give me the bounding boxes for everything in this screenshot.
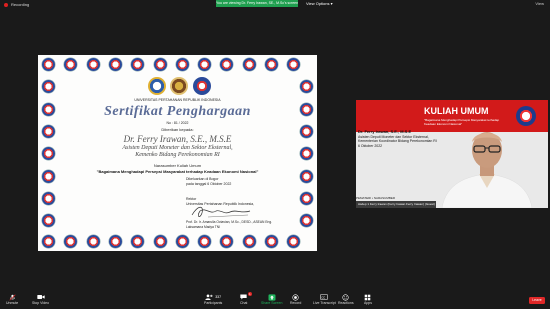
border-badge-icon (153, 235, 167, 248)
reactions-label: Reactions (338, 301, 354, 305)
view-options-button[interactable]: View Options (306, 1, 333, 6)
closed-caption-icon: CC (320, 293, 329, 301)
certificate-event-title: "Bagaimana Menghadapi Persepsi Masyaraka… (96, 169, 259, 174)
border-badge-icon (153, 58, 167, 71)
share-screen-button[interactable]: Share Screen (261, 293, 282, 305)
border-badge-icon (300, 214, 313, 228)
speaker-date: 6 Oktober 2022 (358, 143, 383, 148)
svg-text:CC: CC (322, 295, 326, 299)
unmute-label: Unmute (6, 301, 19, 305)
live-transcript-label: Live Transcript (313, 301, 336, 305)
view-button[interactable]: View (535, 1, 544, 6)
banner-subtitle: "Bagaimana Menghadapi Persepsi Masyaraka… (424, 118, 499, 126)
border-badge-icon (108, 235, 122, 248)
certificate-position-line1: Asisten Deputi Moneter dan Sektor Ekster… (122, 145, 233, 151)
apps-grid-icon (364, 293, 371, 301)
participants-button[interactable]: 337 Participants (204, 293, 222, 305)
video-camera-icon (36, 293, 45, 301)
stop-video-button[interactable]: Stop Video (32, 293, 49, 305)
record-button[interactable]: Record (290, 293, 301, 305)
border-badge-icon (42, 214, 55, 228)
record-label: Record (290, 301, 302, 305)
border-badge-icon (42, 191, 55, 205)
participants-label: Participants (204, 301, 223, 305)
border-badge-icon (86, 58, 100, 71)
border-badge-icon (300, 102, 313, 116)
certificate-issue-place: Dikeluarkan di Bogor pada tanggal 6 Okto… (186, 177, 231, 187)
smiley-plus-icon (342, 293, 349, 301)
speaker-name: Dr. Ferry Irawan, S.E., M.S.E (358, 129, 412, 134)
banner-title: KULIAH UMUM (424, 106, 489, 116)
unhan-emblem-icon (170, 77, 188, 95)
certificate-recipient-name: Dr. Ferry Irawan, S.E., M.S.E (123, 134, 232, 144)
border-badge-icon (42, 169, 55, 183)
meeting-toolbar: Unmute Stop Video 337 Participants 1 Cha… (0, 292, 550, 309)
border-badge-icon (300, 124, 313, 138)
record-icon (292, 293, 299, 301)
apps-button[interactable]: Apps (364, 293, 372, 305)
border-badge-icon (242, 235, 256, 248)
speaker-title-line2: Kementerian Koordinator Bidang Perekonom… (358, 139, 437, 143)
participants-icon: 337 (205, 293, 221, 301)
signer-rank: Laksamana Madya TNI (186, 224, 221, 229)
reactions-button[interactable]: Reactions (338, 293, 354, 305)
speaker-video-tile[interactable]: KULIAH UMUM "Bagaimana Menghadapi Persep… (356, 100, 548, 208)
video-marquee: PEMATERI • NARASUMBER (356, 196, 395, 200)
certificate-organization: UNIVERSITAS PERTAHANAN REPUBLIK INDONESI… (134, 98, 221, 102)
unmute-button[interactable]: Unmute (6, 293, 18, 305)
border-badge-icon (108, 58, 122, 71)
record-icon (4, 2, 8, 7)
microphone-muted-icon (9, 293, 16, 301)
unhan-logo-icon (193, 77, 211, 95)
chat-button[interactable]: 1 Chat (240, 292, 252, 305)
border-badge-icon (300, 169, 313, 183)
banner-subtitle-line2: Keadaan Ekonomi Nasional" (424, 122, 463, 126)
shared-screen-certificate: UNIVERSITAS PERTAHANAN REPUBLIK INDONESI… (38, 55, 317, 251)
border-badge-icon (42, 235, 55, 248)
chat-unread-badge: 1 (248, 292, 252, 296)
leave-button[interactable]: Leave (529, 297, 545, 304)
signer-name: Prof. Dr. Ir. Amarulla Octavian, M.Sc., … (186, 220, 273, 224)
certificate-position-line2: Kemenko Bidang Perekonomian RI (135, 152, 220, 158)
border-badge-icon (42, 102, 55, 116)
chat-label: Chat (240, 301, 248, 305)
handwritten-signature (191, 206, 251, 218)
screen-share-ribbon: You are viewing Dr. Ferry Irawan, SE., M… (216, 0, 298, 7)
chat-icon (240, 293, 247, 301)
border-badge-icon (300, 191, 313, 205)
certificate-signer: Prof. Dr. Ir. Amarulla Octavian, M.Sc., … (186, 220, 272, 229)
border-badge-icon (242, 58, 256, 71)
unhan-logo-icon (516, 106, 536, 126)
issue-place-line2: pada tanggal 6 Oktober 2022 (186, 182, 232, 186)
live-transcript-button[interactable]: CC Live Transcript (313, 293, 336, 305)
apps-label: Apps (364, 301, 372, 305)
participant-name-tag: Asdep 1 Ferry Irawan (Ferry Irawan Ferry… (356, 201, 436, 208)
recording-label: Recording (11, 2, 30, 7)
participants-count: 337 (215, 295, 222, 299)
border-badge-icon (265, 235, 278, 248)
certificate-number: No : 81 / 2022 (166, 121, 189, 125)
border-badge-icon (175, 235, 189, 248)
certificate-role: Narasumber Kuliah Umum (153, 163, 202, 168)
border-badge-icon (42, 58, 55, 71)
border-badge-icon (198, 235, 212, 248)
meeting-top-bar: Recording You are viewing Dr. Ferry Iraw… (0, 0, 550, 9)
speaker-person-image (441, 132, 533, 208)
tut-wuri-emblem-icon (148, 77, 166, 95)
stop-video-label: Stop Video (32, 301, 50, 305)
border-badge-icon (86, 235, 100, 248)
border-badge-icon (42, 124, 55, 138)
share-screen-label: Share Screen (261, 301, 283, 305)
speaker-info: Dr. Ferry Irawan, S.E., M.S.E Asisten De… (358, 129, 438, 148)
border-badge-icon (175, 58, 189, 71)
certificate-title: Sertifikat Penghargaan (104, 104, 251, 119)
share-screen-icon (268, 293, 276, 301)
recording-indicator[interactable]: Recording (4, 2, 29, 7)
certificate-given-to: Diberikan kepada: (161, 127, 194, 132)
border-badge-icon (265, 58, 278, 71)
border-badge-icon (198, 58, 212, 71)
